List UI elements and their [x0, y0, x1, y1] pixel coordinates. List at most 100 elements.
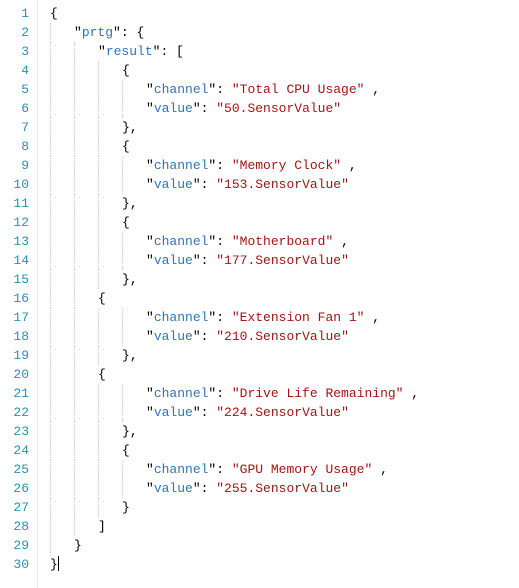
line-text: { — [42, 6, 58, 21]
code-line[interactable]: { — [42, 441, 519, 460]
code-line[interactable]: { — [42, 365, 519, 384]
code-line[interactable]: "value": "153.SensorValue" — [42, 175, 519, 194]
code-line[interactable]: }, — [42, 422, 519, 441]
line-number: 11 — [4, 194, 29, 213]
code-line[interactable]: "value": "210.SensorValue" — [42, 327, 519, 346]
code-line[interactable]: "value": "177.SensorValue" — [42, 251, 519, 270]
token-string: "153.SensorValue" — [216, 177, 349, 192]
code-line[interactable]: "channel": "Extension Fan 1" , — [42, 308, 519, 327]
line-text: { — [42, 367, 106, 382]
token-string: "177.SensorValue" — [216, 253, 349, 268]
line-number: 26 — [4, 479, 29, 498]
code-line[interactable]: "prtg": { — [42, 23, 519, 42]
code-line[interactable]: "value": "50.SensorValue" — [42, 99, 519, 118]
line-text: "channel": "GPU Memory Usage" , — [42, 462, 388, 477]
line-text: "prtg": { — [42, 25, 144, 40]
code-line[interactable]: "value": "255.SensorValue" — [42, 479, 519, 498]
token-key: channel — [154, 462, 209, 477]
line-number: 6 — [4, 99, 29, 118]
gutter: 1234567891011121314151617181920212223242… — [0, 0, 38, 588]
code-editor[interactable]: 1234567891011121314151617181920212223242… — [0, 0, 519, 588]
token-key: prtg — [82, 25, 113, 40]
token-string: "Extension Fan 1" — [232, 310, 365, 325]
line-number: 27 — [4, 498, 29, 517]
line-number: 12 — [4, 213, 29, 232]
code-line[interactable]: ] — [42, 517, 519, 536]
line-number: 3 — [4, 42, 29, 61]
code-line[interactable]: }, — [42, 194, 519, 213]
code-line[interactable]: "channel": "Motherboard" , — [42, 232, 519, 251]
code-line[interactable]: "value": "224.SensorValue" — [42, 403, 519, 422]
code-line[interactable]: } — [42, 555, 519, 574]
token-comma: , — [130, 120, 138, 135]
token-quote: " — [146, 253, 154, 268]
line-text: }, — [42, 196, 138, 211]
line-number: 21 — [4, 384, 29, 403]
token-brace: { — [50, 6, 58, 21]
code-line[interactable]: "result": [ — [42, 42, 519, 61]
line-text: { — [42, 291, 106, 306]
token-quote: " — [146, 481, 154, 496]
token-key: value — [154, 329, 193, 344]
token-quote: " — [193, 329, 201, 344]
line-number: 4 — [4, 61, 29, 80]
line-text: "value": "50.SensorValue" — [42, 101, 341, 116]
line-number: 10 — [4, 175, 29, 194]
token-brace: } — [122, 272, 130, 287]
code-line[interactable]: "channel": "Total CPU Usage" , — [42, 80, 519, 99]
line-number: 18 — [4, 327, 29, 346]
token-key: result — [106, 44, 153, 59]
code-line[interactable]: { — [42, 289, 519, 308]
line-number: 15 — [4, 270, 29, 289]
line-text: "value": "224.SensorValue" — [42, 405, 349, 420]
token-bracket: [ — [176, 44, 184, 59]
token-string: "50.SensorValue" — [216, 101, 341, 116]
code-line[interactable]: } — [42, 536, 519, 555]
code-line[interactable]: { — [42, 137, 519, 156]
token-colon: : — [201, 101, 217, 116]
code-line[interactable]: }, — [42, 118, 519, 137]
line-text: { — [42, 443, 130, 458]
line-text: "value": "255.SensorValue" — [42, 481, 349, 496]
token-colon: : — [216, 310, 232, 325]
line-number: 5 — [4, 80, 29, 99]
cursor — [58, 556, 59, 571]
token-string: "224.SensorValue" — [216, 405, 349, 420]
token-comma: , — [341, 158, 357, 173]
code-line[interactable]: { — [42, 213, 519, 232]
line-text: }, — [42, 120, 138, 135]
code-line[interactable]: { — [42, 4, 519, 23]
line-number: 14 — [4, 251, 29, 270]
line-number: 20 — [4, 365, 29, 384]
token-string: "210.SensorValue" — [216, 329, 349, 344]
code-line[interactable]: "channel": "Memory Clock" , — [42, 156, 519, 175]
token-colon: : — [201, 405, 217, 420]
line-text: "channel": "Drive Life Remaining" , — [42, 386, 419, 401]
code-area[interactable]: {"prtg": {"result": [{"channel": "Total … — [38, 0, 519, 588]
token-quote: " — [98, 44, 106, 59]
code-line[interactable]: "channel": "Drive Life Remaining" , — [42, 384, 519, 403]
token-quote: " — [193, 481, 201, 496]
token-comma: , — [364, 82, 380, 97]
token-comma: , — [130, 348, 138, 363]
line-text: "value": "153.SensorValue" — [42, 177, 349, 192]
token-colon: : — [160, 44, 176, 59]
token-brace: { — [122, 63, 130, 78]
line-text: "value": "210.SensorValue" — [42, 329, 349, 344]
token-comma: , — [333, 234, 349, 249]
token-key: value — [154, 101, 193, 116]
token-comma: , — [403, 386, 419, 401]
token-key: value — [154, 481, 193, 496]
token-quote: " — [74, 25, 82, 40]
code-line[interactable]: }, — [42, 270, 519, 289]
code-line[interactable]: } — [42, 498, 519, 517]
token-key: channel — [154, 82, 209, 97]
line-text: } — [42, 557, 59, 572]
token-brace: { — [122, 215, 130, 230]
code-line[interactable]: { — [42, 61, 519, 80]
code-line[interactable]: "channel": "GPU Memory Usage" , — [42, 460, 519, 479]
line-text: }, — [42, 348, 138, 363]
code-line[interactable]: }, — [42, 346, 519, 365]
token-quote: " — [193, 177, 201, 192]
token-comma: , — [130, 196, 138, 211]
